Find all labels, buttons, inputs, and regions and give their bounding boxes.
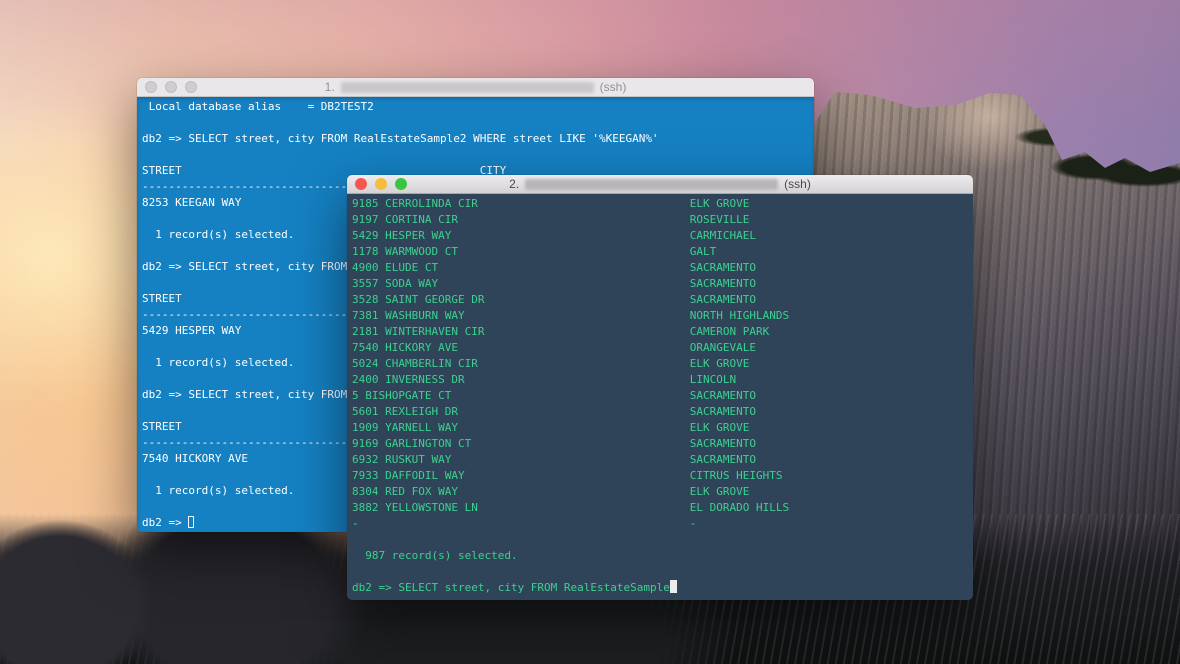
window2-title: 2. (ssh)	[509, 177, 811, 191]
window2-traffic-lights	[355, 175, 407, 193]
terminal2-prompt-line: db2 => SELECT street, city FROM RealEsta…	[352, 580, 973, 596]
close-button[interactable]	[145, 81, 157, 93]
window2-title-suffix: (ssh)	[784, 177, 811, 191]
redacted-hostname	[525, 179, 778, 190]
result-row: - -	[352, 516, 973, 532]
window2-titlebar[interactable]: 2. (ssh)	[347, 175, 973, 194]
terminal-line: db2 => SELECT street, city FROM RealEsta…	[142, 131, 814, 147]
result-row: 3557 SODA WAY SACRAMENTO	[352, 276, 973, 292]
terminal1-cursor	[188, 516, 194, 528]
minimize-button[interactable]	[375, 178, 387, 190]
window1-title-suffix: (ssh)	[600, 80, 627, 94]
result-row: 3882 YELLOWSTONE LN EL DORADO HILLS	[352, 500, 973, 516]
result-row: 1909 YARNELL WAY ELK GROVE	[352, 420, 973, 436]
terminal2-blank-line	[352, 532, 973, 548]
result-row: 5 BISHOPGATE CT SACRAMENTO	[352, 388, 973, 404]
terminal2-prompt: db2 => SELECT street, city FROM RealEsta…	[352, 581, 670, 594]
zoom-button[interactable]	[395, 178, 407, 190]
window1-titlebar[interactable]: 1. (ssh)	[137, 78, 814, 97]
minimize-button[interactable]	[165, 81, 177, 93]
result-row: 6932 RUSKUT WAY SACRAMENTO	[352, 452, 973, 468]
zoom-button[interactable]	[185, 81, 197, 93]
window1-title-prefix: 1.	[325, 80, 335, 94]
result-row: 8304 RED FOX WAY ELK GROVE	[352, 484, 973, 500]
terminal-line	[142, 147, 814, 163]
terminal2-output[interactable]: 9185 CERROLINDA CIR ELK GROVE9197 CORTIN…	[347, 194, 973, 600]
result-row: 9185 CERROLINDA CIR ELK GROVE	[352, 196, 973, 212]
terminal2-status-line: 987 record(s) selected.	[352, 548, 973, 564]
result-row: 5429 HESPER WAY CARMICHAEL	[352, 228, 973, 244]
redacted-hostname	[341, 82, 594, 93]
result-row: 7933 DAFFODIL WAY CITRUS HEIGHTS	[352, 468, 973, 484]
result-row: 4900 ELUDE CT SACRAMENTO	[352, 260, 973, 276]
window2-title-prefix: 2.	[509, 177, 519, 191]
result-row: 2181 WINTERHAVEN CIR CAMERON PARK	[352, 324, 973, 340]
result-row: 5024 CHAMBERLIN CIR ELK GROVE	[352, 356, 973, 372]
result-row: 9169 GARLINGTON CT SACRAMENTO	[352, 436, 973, 452]
result-row: 2400 INVERNESS DR LINCOLN	[352, 372, 973, 388]
terminal-window-2: 2. (ssh) 9185 CERROLINDA CIR ELK GROVE919…	[347, 175, 973, 600]
result-row: 5601 REXLEIGH DR SACRAMENTO	[352, 404, 973, 420]
terminal-line: Local database alias = DB2TEST2	[142, 99, 814, 115]
terminal2-rows: 9185 CERROLINDA CIR ELK GROVE9197 CORTIN…	[352, 196, 973, 532]
result-row: 7381 WASHBURN WAY NORTH HIGHLANDS	[352, 308, 973, 324]
window1-traffic-lights	[145, 78, 197, 96]
result-row: 3528 SAINT GEORGE DR SACRAMENTO	[352, 292, 973, 308]
terminal2-cursor	[670, 580, 677, 593]
terminal1-prompt: db2 =>	[142, 516, 188, 529]
close-button[interactable]	[355, 178, 367, 190]
result-row: 1178 WARMWOOD CT GALT	[352, 244, 973, 260]
result-row: 7540 HICKORY AVE ORANGEVALE	[352, 340, 973, 356]
terminal2-blank-line	[352, 564, 973, 580]
terminal-line	[142, 115, 814, 131]
result-row: 9197 CORTINA CIR ROSEVILLE	[352, 212, 973, 228]
window1-title: 1. (ssh)	[325, 80, 627, 94]
